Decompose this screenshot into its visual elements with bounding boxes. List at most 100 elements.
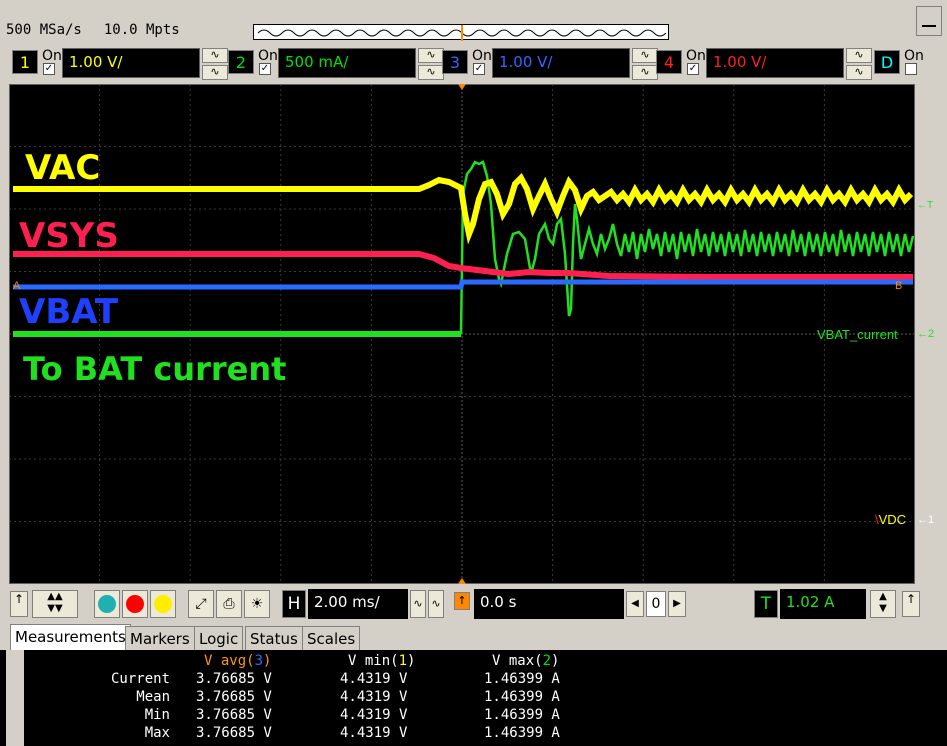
- ref-a-marker: A: [13, 280, 21, 292]
- channel-2-coupling[interactable]: ∿ ∿: [418, 48, 444, 80]
- trace-vbat: [13, 279, 913, 290]
- vdc-label: \VDC: [875, 512, 907, 527]
- dc-coupling-icon[interactable]: ∿: [632, 65, 658, 80]
- current-vmax-value: 1.46399 A: [484, 671, 560, 687]
- fine-icon[interactable]: ∿: [410, 590, 426, 618]
- channel-2-scale[interactable]: 500 mA/: [278, 48, 416, 78]
- row-label-mean: Mean: [136, 689, 170, 705]
- measurement-header-vmin: V min(1): [348, 653, 416, 669]
- bottom-tabs: Measurements Markers Logic Status Scales: [0, 624, 947, 650]
- digital-on-checkbox[interactable]: [905, 63, 917, 75]
- channel-1-on-label: On: [42, 48, 62, 64]
- trigger-level-stepper-icon[interactable]: ▲ ▼: [870, 590, 896, 618]
- ac-coupling-icon[interactable]: ∿: [202, 48, 228, 63]
- clear-icon: [98, 595, 116, 613]
- acquisition-info: 500 MSa/s 10.0 Mpts: [6, 22, 202, 38]
- ac-coupling-icon[interactable]: ∿: [846, 48, 872, 63]
- delay-zero-button[interactable]: 0: [646, 591, 666, 617]
- tab-scales[interactable]: Scales: [302, 626, 361, 650]
- channel-3-on-label: On: [472, 48, 492, 64]
- vsys-annotation: VSYS: [19, 216, 119, 256]
- tab-status[interactable]: Status: [245, 626, 303, 650]
- ac-coupling-icon[interactable]: ∿: [632, 48, 658, 63]
- channel-4-button[interactable]: 4: [656, 50, 682, 74]
- channel-1-on-checkbox[interactable]: ✓: [43, 63, 55, 75]
- print-icon[interactable]: ⎙: [216, 590, 242, 618]
- coarse-icon[interactable]: ∿: [428, 590, 444, 618]
- tab-logic[interactable]: Logic: [194, 626, 244, 650]
- dc-coupling-icon[interactable]: ∿: [418, 65, 444, 80]
- channel-2-button[interactable]: 2: [228, 50, 254, 74]
- vbat-annotation: VBAT: [19, 292, 119, 332]
- stop-button[interactable]: [122, 590, 148, 618]
- measurement-header-vavg: V avg(3): [204, 653, 272, 669]
- tab-markers[interactable]: Markers: [125, 626, 195, 650]
- dc-coupling-icon[interactable]: ∿: [202, 65, 228, 80]
- delay-field[interactable]: 0.0 s: [474, 589, 624, 619]
- channel-2-ground-marker: ←2: [917, 328, 935, 340]
- single-button[interactable]: [150, 590, 176, 618]
- channel-4-scale[interactable]: 1.00 V/: [706, 48, 844, 78]
- minimize-button[interactable]: [916, 6, 942, 36]
- trigger-level-field[interactable]: 1.02 A: [780, 589, 866, 619]
- channel-1-scale[interactable]: 1.00 V/: [62, 48, 200, 78]
- waveform-navigator[interactable]: [253, 24, 669, 41]
- autoscale-icon[interactable]: ⤢: [188, 590, 214, 618]
- delay-left-icon[interactable]: ◀: [626, 591, 644, 617]
- delay-right-icon[interactable]: ▶: [668, 591, 686, 617]
- mean-vavg-value: 3.76685 V: [196, 689, 272, 705]
- memory-depth: 10.0 Mpts: [103, 22, 180, 38]
- channel-3-button[interactable]: 3: [442, 50, 468, 74]
- mean-vmax-value: 1.46399 A: [484, 689, 560, 705]
- measurement-header-vmax: V max(2): [492, 653, 560, 669]
- measurements-scrollbar[interactable]: [6, 650, 24, 746]
- scroll-up-right-icon[interactable]: ↑: [902, 591, 920, 617]
- measurements-panel: V avg(3) V min(1) V max(2) Current 3.766…: [0, 650, 947, 746]
- clear-button[interactable]: [94, 590, 120, 618]
- single-icon: [154, 595, 172, 613]
- ac-coupling-icon[interactable]: ∿: [418, 48, 444, 63]
- sample-rate: 500 MSa/s: [6, 22, 82, 38]
- row-label-min: Min: [144, 707, 170, 723]
- brightness-icon[interactable]: ☀: [244, 590, 270, 618]
- current-annotation: To BAT current: [23, 350, 287, 388]
- current-vavg-value: 3.76685 V: [196, 671, 272, 687]
- stop-icon: [126, 595, 144, 613]
- digital-button[interactable]: D: [874, 50, 900, 74]
- min-vmin-value: 4.4319 V: [340, 707, 408, 723]
- channel-2-on-checkbox[interactable]: ✓: [259, 63, 271, 75]
- digital-on-label: On: [904, 48, 924, 64]
- channel-1-button[interactable]: 1: [12, 50, 38, 74]
- row-label-current: Current: [110, 671, 170, 687]
- mean-vmin-value: 4.4319 V: [340, 689, 408, 705]
- channel-4-on-checkbox[interactable]: ✓: [687, 63, 699, 75]
- navigator-waveform-icon: [257, 25, 667, 41]
- trigger-level-marker: ←T: [917, 200, 934, 211]
- top-status-bar: 500 MSa/s 10.0 Mpts: [0, 0, 947, 42]
- timebase-controls: ↑ ▲▲ ▼▼ ⤢ ⎙ ☀ H 2.00 ms/ ∿ ∿ ↑ 0.0 s ◀ 0 …: [0, 586, 947, 624]
- max-vmin-value: 4.4319 V: [340, 725, 408, 741]
- channel-4-coupling[interactable]: ∿ ∿: [846, 48, 872, 80]
- trigger-position-icon[interactable]: ↑: [454, 592, 470, 610]
- channel-3-coupling[interactable]: ∿ ∿: [632, 48, 658, 80]
- channel-1-coupling[interactable]: ∿ ∿: [202, 48, 228, 80]
- max-vmax-value: 1.46399 A: [484, 725, 560, 741]
- min-vavg-value: 3.76685 V: [196, 707, 272, 723]
- trigger-button[interactable]: T: [754, 590, 778, 618]
- current-vmin-value: 4.4319 V: [340, 671, 408, 687]
- horizontal-button[interactable]: H: [282, 590, 306, 618]
- channel-4-on-label: On: [686, 48, 706, 64]
- graticule: [9, 84, 915, 584]
- channel-3-scale[interactable]: 1.00 V/: [492, 48, 630, 78]
- scroll-up-icon[interactable]: ↑: [10, 591, 28, 617]
- dc-coupling-icon[interactable]: ∿: [846, 65, 872, 80]
- min-vmax-value: 1.46399 A: [484, 707, 560, 723]
- waveform-display[interactable]: VAC VSYS VBAT To BAT current A B ←T VBAT…: [9, 84, 934, 584]
- channel-2-on-label: On: [258, 48, 278, 64]
- tab-measurements[interactable]: Measurements: [10, 624, 131, 650]
- timebase-field[interactable]: 2.00 ms/: [308, 589, 408, 619]
- vbat-current-label: VBAT_current: [817, 327, 898, 342]
- ref-b-marker: B: [895, 280, 903, 292]
- channel-3-on-checkbox[interactable]: ✓: [473, 63, 485, 75]
- vertical-arrows-icon[interactable]: ▲▲ ▼▼: [32, 590, 78, 618]
